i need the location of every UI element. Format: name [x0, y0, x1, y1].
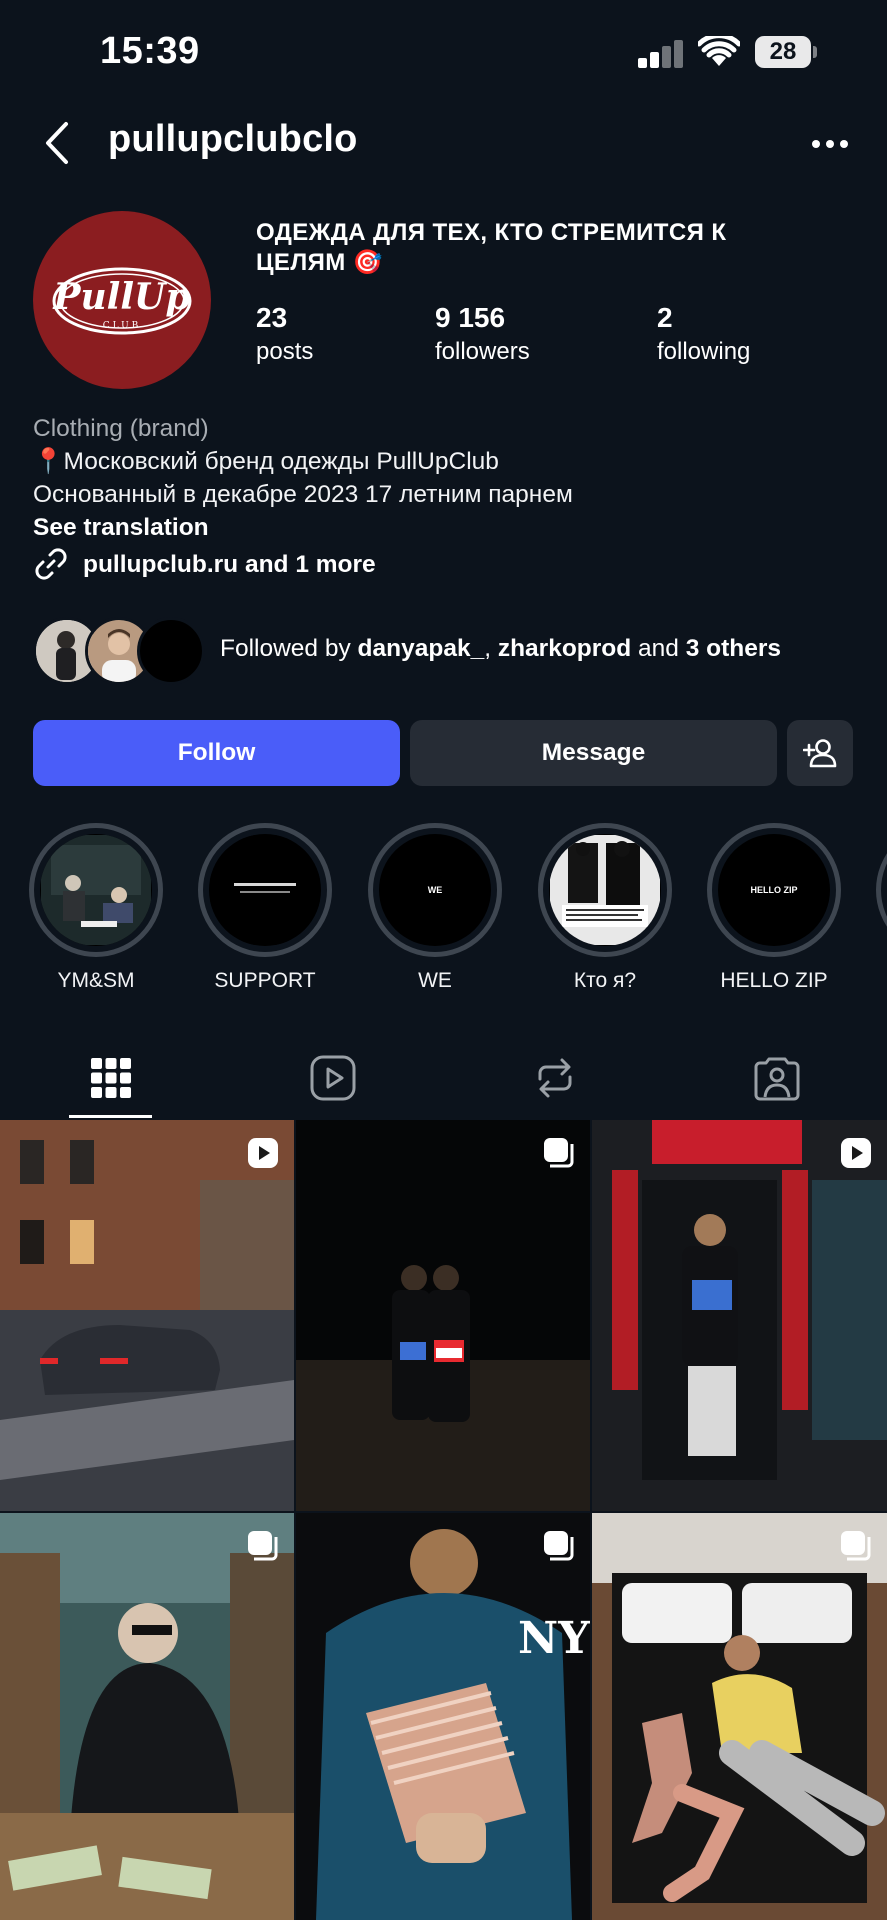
profile-display-name: ОДЕЖДА ДЛЯ ТЕХ, КТО СТРЕМИТСЯ К ЦЕЛЯМ 🎯 — [256, 219, 727, 276]
profile-avatar[interactable]: PullUp CLUB — [33, 211, 211, 389]
post-thumbnail[interactable] — [296, 1120, 590, 1511]
avatar-logo-text: PullUp — [52, 276, 190, 318]
highlight-cover — [40, 834, 152, 946]
highlight-hello-zip[interactable]: HELLO ZIP HELLO ZIP — [707, 823, 841, 993]
stat-posts[interactable]: 23 posts — [256, 301, 313, 367]
highlight-cover — [209, 834, 321, 946]
followers-count: 9 156 — [435, 302, 506, 333]
message-button[interactable]: Message — [410, 720, 777, 786]
carousel-badge-icon — [248, 1531, 278, 1561]
post-thumbnail[interactable] — [592, 1120, 887, 1511]
back-arrow-icon[interactable] — [38, 118, 78, 168]
svg-text:NY: NY — [518, 1613, 590, 1664]
highlight-label: SUPPORT — [214, 969, 316, 992]
reposts-icon — [538, 1058, 571, 1097]
posts-count: 23 — [256, 302, 288, 333]
status-time: 15:39 — [100, 30, 200, 72]
highlight-we[interactable]: WE WE — [368, 823, 502, 993]
stat-followers[interactable]: 9 156 followers — [435, 301, 530, 367]
follower-name-2: zharkoprod — [497, 635, 632, 662]
highlight-label: YM&SM — [57, 969, 135, 992]
carousel-badge-icon — [544, 1138, 574, 1168]
following-count: 2 — [657, 302, 673, 333]
tab-posts-grid[interactable] — [0, 1035, 221, 1120]
active-tab-indicator — [69, 1115, 152, 1118]
followed-by-row[interactable]: Followed by danyapak_, zharkoprod and 3 … — [33, 617, 863, 685]
highlight-ymsm[interactable]: YM&SM — [29, 823, 163, 993]
follower-avatar-3 — [137, 617, 205, 685]
tab-reels[interactable] — [222, 1035, 443, 1120]
tagged-icon — [754, 1057, 799, 1100]
highlight-kto-ya[interactable]: Кто я? — [538, 823, 672, 993]
cellular-signal-icon — [638, 40, 684, 68]
followers-others: 3 others — [685, 635, 782, 662]
link-icon — [35, 548, 67, 580]
post-thumbnail[interactable] — [592, 1513, 887, 1920]
posts-label: posts — [256, 338, 314, 365]
battery-level: 28 — [755, 36, 811, 68]
follower-name-1: danyapak_ — [357, 635, 485, 662]
followed-by-text: Followed by danyapak_, zharkoprod and 3 … — [220, 635, 782, 662]
battery-icon: 28 — [755, 36, 817, 68]
more-options-icon[interactable] — [808, 130, 852, 158]
reel-badge-icon — [248, 1138, 278, 1168]
carousel-badge-icon — [841, 1531, 871, 1561]
profile-tabs — [0, 1035, 887, 1120]
post-thumbnail[interactable] — [0, 1513, 294, 1920]
highlight-cover — [549, 834, 661, 946]
posts-grid: NY — [0, 1120, 887, 1920]
follow-button[interactable]: Follow — [33, 720, 400, 786]
reel-badge-icon — [841, 1138, 871, 1168]
followers-label: followers — [435, 338, 530, 365]
highlight-label: HELLO ZIP — [720, 969, 828, 992]
highlight-partial[interactable] — [876, 823, 887, 957]
highlight-label: WE — [418, 969, 452, 992]
bio-line-1: 📍Московский бренд одежды PullUpClub — [33, 448, 499, 475]
reels-icon — [310, 1055, 355, 1100]
status-bar: 15:39 28 — [0, 0, 887, 105]
highlight-support[interactable]: SUPPORT — [198, 823, 332, 993]
bio-link-text: pullupclub.ru and 1 more — [83, 550, 376, 578]
post-thumbnail[interactable] — [0, 1120, 294, 1511]
pullup-logo: PullUp CLUB — [52, 267, 192, 335]
suggest-users-button[interactable] — [787, 720, 853, 786]
wifi-icon — [698, 36, 740, 66]
following-label: following — [657, 338, 751, 365]
tab-tagged[interactable] — [666, 1035, 887, 1120]
profile-username: pullupclubclo — [108, 118, 358, 160]
bio-category: Clothing (brand) — [33, 415, 209, 442]
avatar-logo-sub: CLUB — [103, 321, 142, 331]
carousel-badge-icon — [544, 1531, 574, 1561]
stat-following[interactable]: 2 following — [657, 301, 750, 367]
highlight-cover-text: HELLO ZIP — [718, 834, 830, 946]
bio-line-2: Основанный в декабре 2023 17 летним парн… — [33, 481, 573, 508]
profile-bio: Clothing (brand) 📍Московский бренд одежд… — [33, 412, 853, 582]
tab-reposts[interactable] — [444, 1035, 665, 1120]
highlight-label: Кто я? — [573, 969, 637, 992]
bio-external-link[interactable]: pullupclub.ru and 1 more — [33, 546, 853, 582]
see-translation-link[interactable]: See translation — [33, 511, 853, 544]
add-person-icon — [803, 739, 837, 768]
grid-icon — [90, 1057, 131, 1098]
post-thumbnail[interactable]: NY — [296, 1513, 590, 1920]
highlight-cover-text: WE — [379, 834, 491, 946]
profile-screen: 15:39 28 pullupclubclo PullUp CLUB ОДЕЖД… — [0, 0, 887, 1920]
